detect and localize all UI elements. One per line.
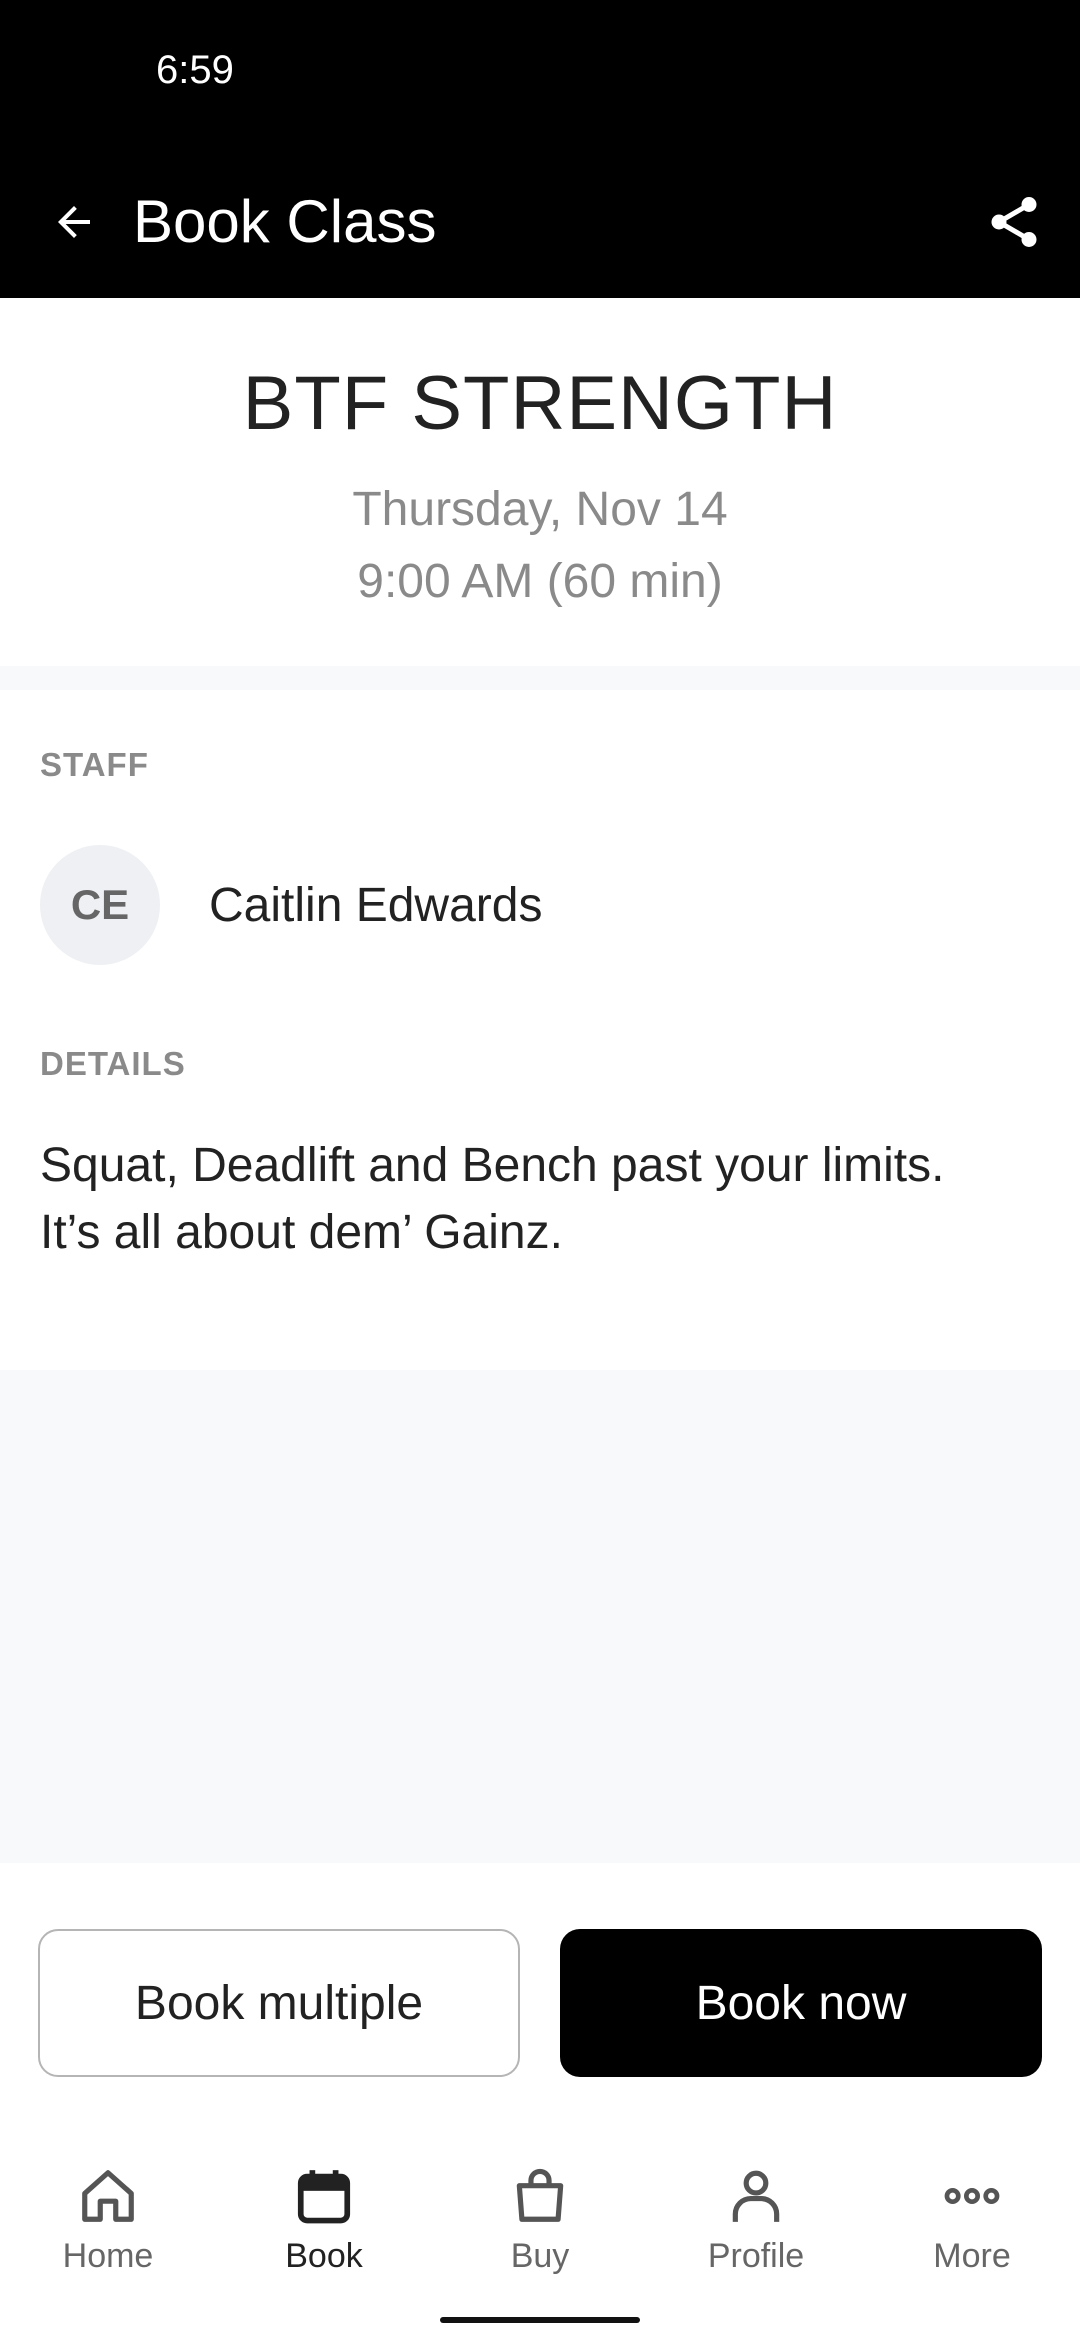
status-time: 6:59: [156, 48, 234, 92]
class-time: 9:00 AM (60 min): [357, 555, 723, 608]
book-multiple-button[interactable]: Book multiple: [38, 1929, 520, 2077]
staff-section-label: STAFF: [40, 746, 149, 783]
app-bar: Book Class: [0, 150, 1080, 298]
details-text: Squat, Deadlift and Bench past your limi…: [40, 1132, 1040, 1266]
person-icon: [721, 2161, 791, 2231]
nav-item-profile[interactable]: Profile: [648, 2153, 864, 2293]
more-dots-icon: [937, 2161, 1007, 2231]
class-header: BTF STRENGTH Thursday, Nov 14 9:00 AM (6…: [0, 298, 1080, 666]
bottom-nav: Home Book Buy Profile More: [0, 2153, 1080, 2340]
class-info-card: STAFF CE Caitlin Edwards DETAILS Squat, …: [0, 690, 1080, 1370]
shopping-bag-icon: [505, 2161, 575, 2231]
nav-item-home[interactable]: Home: [0, 2153, 216, 2293]
page-title: Book Class: [133, 188, 437, 255]
nav-label-home: Home: [62, 2237, 154, 2275]
nav-item-book[interactable]: Book: [216, 2153, 432, 2293]
nav-label-book: Book: [285, 2237, 363, 2275]
details-line-2: It’s all about dem’ Gainz.: [40, 1206, 563, 1259]
nav-label-profile: Profile: [707, 2237, 805, 2275]
class-name: BTF STRENGTH: [242, 361, 838, 446]
nav-label-more: More: [933, 2237, 1011, 2275]
back-button[interactable]: [38, 186, 110, 258]
share-button[interactable]: [976, 184, 1052, 260]
details-line-1: Squat, Deadlift and Bench past your limi…: [40, 1139, 945, 1192]
arrow-left-icon: [58, 206, 90, 238]
nav-item-more[interactable]: More: [864, 2153, 1080, 2293]
action-area: Book multiple Book now: [0, 1863, 1080, 2153]
share-icon: [991, 197, 1037, 247]
status-bar: 6:59: [0, 0, 1080, 150]
home-icon: [73, 2161, 143, 2231]
book-now-button[interactable]: Book now: [560, 1929, 1042, 2077]
staff-avatar[interactable]: CE: [40, 845, 160, 965]
nav-label-buy: Buy: [510, 2237, 570, 2275]
staff-name[interactable]: Caitlin Edwards: [209, 878, 542, 933]
home-indicator[interactable]: [440, 2317, 640, 2323]
calendar-icon: [289, 2161, 359, 2231]
details-section-label: DETAILS: [40, 1045, 186, 1082]
nav-item-buy[interactable]: Buy: [432, 2153, 648, 2293]
class-date: Thursday, Nov 14: [352, 483, 728, 536]
